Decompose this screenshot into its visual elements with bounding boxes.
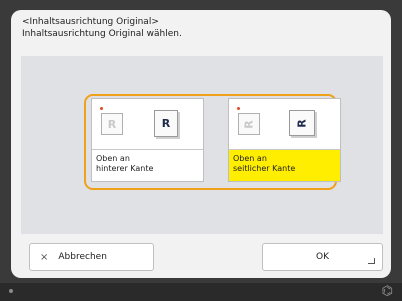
letter-r-rotated-icon: 𝗥 [295,118,309,128]
cancel-button[interactable]: × Abbrechen [29,243,154,271]
dialog-button-bar: × Abbrechen OK [21,243,383,271]
cancel-button-label: Abbrechen [58,252,107,262]
close-icon: × [40,251,49,263]
original-front-page-icon: R [154,110,178,137]
original-back-page-icon: R [101,113,123,135]
option-label-selected: Oben an seitlicher Kante [229,149,340,181]
option-icons: R R [92,99,203,149]
edge-marker-icon [237,107,240,110]
ok-button[interactable]: OK [262,243,383,271]
option-top-to-side-edge[interactable]: 𝗥 𝗥 Oben an seitlicher Kante [228,98,341,182]
option-label-line2: hinterer Kante [96,164,154,173]
letter-r-rotated-faded-icon: 𝗥 [242,119,256,129]
option-label-line2: seitlicher Kante [233,164,296,173]
option-label: Oben an hinterer Kante [92,149,203,181]
option-icons: 𝗥 𝗥 [229,99,340,149]
device-screen: <Inhaltsausrichtung Original> Inhaltsaus… [0,0,402,301]
letter-r-icon: R [161,117,171,130]
option-label-line1: Oben an [233,154,267,163]
option-top-to-rear-edge[interactable]: R R Oben an hinterer Kante [91,98,204,182]
status-indicator-icon [9,289,13,293]
original-front-page-icon: 𝗥 [289,110,315,136]
option-label-line1: Oben an [96,154,130,163]
dialog-instruction: Inhaltsausrichtung Original wählen. [22,29,182,39]
network-status-icon: ⌬ [381,284,393,299]
edge-marker-icon [100,107,103,110]
original-back-page-icon: 𝗥 [238,113,260,135]
dialog-title: <Inhaltsausrichtung Original> [22,17,159,27]
ok-button-label: OK [316,252,329,262]
enter-corner-icon [368,258,375,264]
status-bar: ⌬ [0,283,402,301]
letter-r-faded-icon: R [107,117,117,131]
